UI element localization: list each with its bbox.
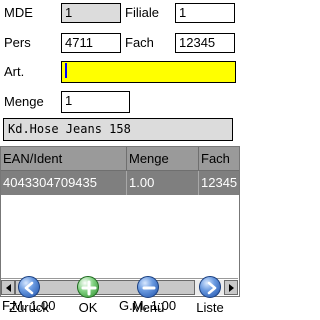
column-header-fach[interactable]: Fach <box>199 147 239 171</box>
mde-field[interactable]: 1 <box>61 3 121 23</box>
mde-label: MDE <box>4 5 33 20</box>
menu-button[interactable]: Menü <box>120 276 176 320</box>
pers-field[interactable]: 4711 <box>61 33 121 53</box>
menge-label: Menge <box>4 94 44 109</box>
fach-field[interactable]: 12345 <box>175 33 235 53</box>
filiale-label: Filiale <box>125 5 159 20</box>
back-button-label: Zurück <box>9 300 49 315</box>
cell-ean: 4043304709435 <box>1 171 127 195</box>
pers-label: Pers <box>4 35 31 50</box>
menu-icon <box>137 276 159 298</box>
fach-label: Fach <box>125 35 154 50</box>
list-button-label: Liste <box>196 300 224 315</box>
table-row[interactable]: 4043304709435 1.00 12345 <box>1 171 239 195</box>
article-input[interactable] <box>61 61 236 83</box>
back-button[interactable]: Zurück <box>1 276 57 320</box>
ok-button-label: OK <box>78 300 98 315</box>
plus-icon <box>77 276 99 298</box>
column-header-ean[interactable]: EAN/Ident <box>1 147 127 171</box>
art-label: Art. <box>4 64 25 79</box>
list-button[interactable]: Liste <box>182 276 238 320</box>
forward-arrow-icon <box>199 276 221 298</box>
back-arrow-icon <box>18 276 40 298</box>
quantity-field[interactable]: 1 <box>61 91 130 113</box>
ok-button[interactable]: OK <box>60 276 116 320</box>
column-header-menge[interactable]: Menge <box>127 147 199 171</box>
article-description: Kd.Hose Jeans 158 <box>3 118 233 141</box>
cell-fach: 12345 <box>199 171 239 195</box>
filiale-field[interactable]: 1 <box>175 3 235 23</box>
text-cursor <box>65 63 67 79</box>
bottom-toolbar: Zurück OK Menü Liste <box>0 250 240 320</box>
menu-button-label: Menü <box>131 300 165 315</box>
cell-menge: 1.00 <box>127 171 199 195</box>
grid-header: EAN/Ident Menge Fach <box>1 147 239 171</box>
